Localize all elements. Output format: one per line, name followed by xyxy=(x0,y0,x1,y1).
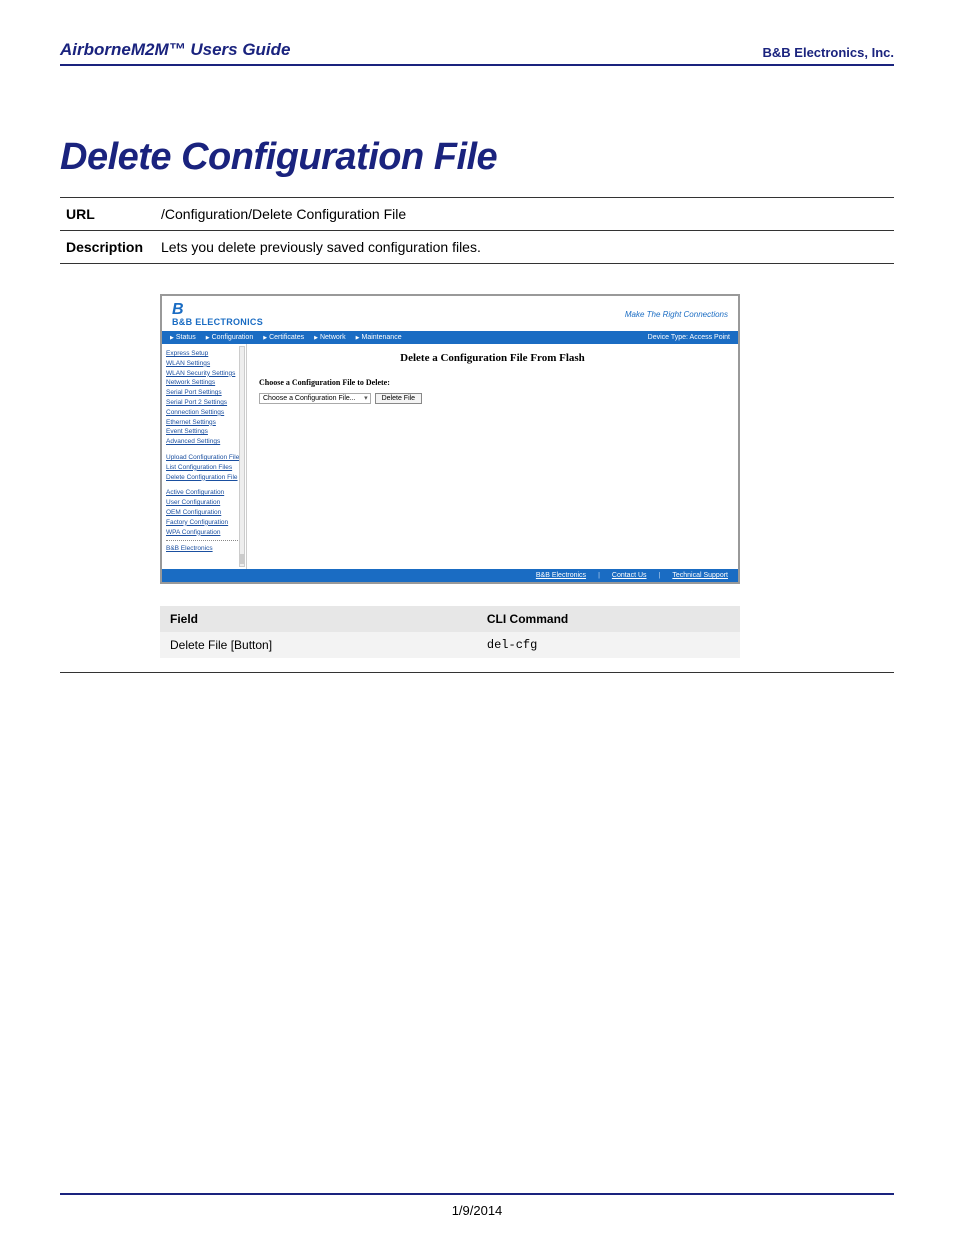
nav-network[interactable]: Network xyxy=(314,334,346,341)
emb-sidebar: Express Setup WLAN Settings WLAN Securit… xyxy=(162,344,247,569)
emb-main: Delete a Configuration File From Flash C… xyxy=(247,344,738,569)
sidebar-serial-port[interactable]: Serial Port Settings xyxy=(166,389,242,397)
embedded-screenshot: B B&B ELECTRONICS Make The Right Connect… xyxy=(160,294,740,584)
emb-header: B B&B ELECTRONICS Make The Right Connect… xyxy=(162,296,738,331)
section-rule xyxy=(60,672,894,673)
description-label: Description xyxy=(60,231,155,264)
nav-items: Status Configuration Certificates Networ… xyxy=(170,334,402,341)
sidebar-user-config[interactable]: User Configuration xyxy=(166,499,242,507)
url-value: /Configuration/Delete Configuration File xyxy=(155,198,894,231)
sidebar-active-config[interactable]: Active Configuration xyxy=(166,489,242,497)
sidebar-wlan-settings[interactable]: WLAN Settings xyxy=(166,360,242,368)
nav-certificates[interactable]: Certificates xyxy=(263,334,304,341)
nav-status[interactable]: Status xyxy=(170,334,196,341)
delete-file-button[interactable]: Delete File xyxy=(375,393,422,404)
footer-bb[interactable]: B&B Electronics xyxy=(536,572,586,579)
config-file-select[interactable]: Choose a Configuration File... xyxy=(259,393,371,404)
row-field: Delete File [Button] xyxy=(160,632,477,658)
description-value: Lets you delete previously saved configu… xyxy=(155,231,894,264)
sidebar-scrollbar[interactable] xyxy=(239,346,245,567)
sidebar-event[interactable]: Event Settings xyxy=(166,428,242,436)
sidebar-upload-config[interactable]: Upload Configuration File xyxy=(166,454,242,462)
meta-table: URL /Configuration/Delete Configuration … xyxy=(60,197,894,264)
document-header: AirborneM2M™ Users Guide B&B Electronics… xyxy=(60,40,894,66)
sidebar-network-settings[interactable]: Network Settings xyxy=(166,379,242,387)
page-footer: 1/9/2014 xyxy=(60,1193,894,1218)
nav-maintenance[interactable]: Maintenance xyxy=(356,334,402,341)
doc-company: B&B Electronics, Inc. xyxy=(763,45,894,60)
bb-logo: B B&B ELECTRONICS xyxy=(172,302,263,327)
sidebar-list-config[interactable]: List Configuration Files xyxy=(166,464,242,472)
sidebar-connection[interactable]: Connection Settings xyxy=(166,409,242,417)
row-cli: del-cfg xyxy=(477,632,740,658)
sidebar-express-setup[interactable]: Express Setup xyxy=(166,350,242,358)
field-cli-table: Field CLI Command Delete File [Button] d… xyxy=(160,606,740,658)
logo-text: B&B ELECTRONICS xyxy=(172,318,263,327)
doc-title: AirborneM2M™ Users Guide xyxy=(60,40,291,60)
col-cli: CLI Command xyxy=(477,606,740,632)
emb-footer: B&B Electronics | Contact Us | Technical… xyxy=(162,569,738,582)
footer-support[interactable]: Technical Support xyxy=(672,572,728,579)
emb-nav: Status Configuration Certificates Networ… xyxy=(162,331,738,344)
sidebar-oem-config[interactable]: OEM Configuration xyxy=(166,509,242,517)
sidebar-ethernet[interactable]: Ethernet Settings xyxy=(166,419,242,427)
emb-subtitle: Choose a Configuration File to Delete: xyxy=(259,378,726,387)
device-type: Device Type: Access Point xyxy=(648,334,730,341)
sidebar-factory-config[interactable]: Factory Configuration xyxy=(166,519,242,527)
sidebar-wpa-config[interactable]: WPA Configuration xyxy=(166,529,242,537)
footer-contact[interactable]: Contact Us xyxy=(612,572,647,579)
footer-date: 1/9/2014 xyxy=(452,1203,503,1218)
tagline: Make The Right Connections xyxy=(625,310,728,319)
emb-main-title: Delete a Configuration File From Flash xyxy=(259,352,726,364)
page-title: Delete Configuration File xyxy=(60,136,894,179)
logo-icon: B xyxy=(172,302,263,318)
sidebar-bb-electronics[interactable]: B&B Electronics xyxy=(166,545,242,553)
sidebar-wlan-security[interactable]: WLAN Security Settings xyxy=(166,370,242,378)
url-label: URL xyxy=(60,198,155,231)
sidebar-serial-port-2[interactable]: Serial Port 2 Settings xyxy=(166,399,242,407)
nav-configuration[interactable]: Configuration xyxy=(206,334,254,341)
col-field: Field xyxy=(160,606,477,632)
sidebar-delete-config[interactable]: Delete Configuration File xyxy=(166,474,242,482)
sidebar-advanced[interactable]: Advanced Settings xyxy=(166,438,242,446)
